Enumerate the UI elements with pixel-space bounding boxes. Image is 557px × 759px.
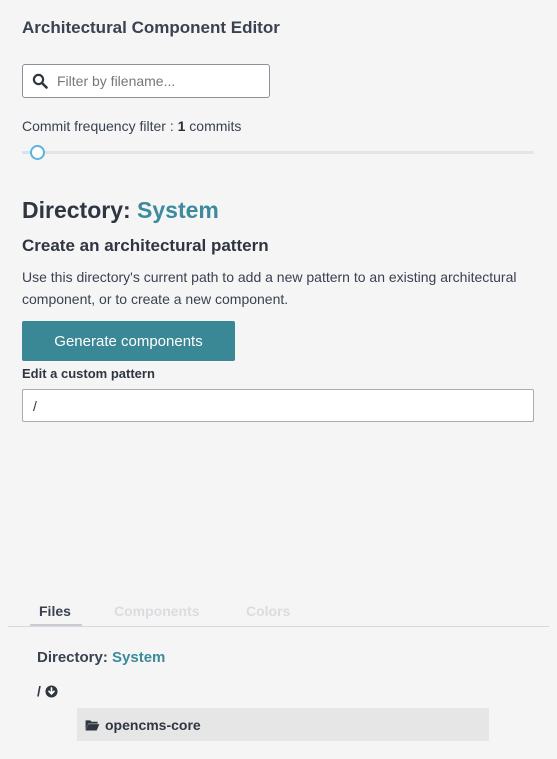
directory-heading-label: Directory:: [22, 197, 138, 223]
folder-item-opencms-core[interactable]: opencms-core: [77, 708, 489, 741]
pattern-section-title: Create an architectural pattern: [22, 236, 269, 255]
tab-colors[interactable]: Colors: [246, 603, 290, 619]
folder-label: opencms-core: [105, 716, 201, 733]
root-path: /: [37, 683, 41, 699]
app-title: Architectural Component Editor: [22, 18, 280, 37]
tab-bar: Files Components Colors: [8, 598, 549, 627]
generate-components-button[interactable]: Generate components: [22, 321, 235, 361]
files-directory-name: System: [112, 649, 166, 666]
custom-pattern-input[interactable]: [22, 389, 534, 422]
tab-components[interactable]: Components: [114, 603, 200, 619]
circle-arrow-down-icon[interactable]: [45, 684, 58, 698]
search-input[interactable]: [57, 65, 262, 97]
commit-frequency-filter: Commit frequency filter : 1 commits: [22, 118, 241, 134]
search-icon: [32, 73, 48, 89]
commit-filter-label: Commit frequency filter :: [22, 118, 178, 134]
pattern-description: Use this directory's current path to add…: [22, 269, 517, 307]
custom-pattern-label: Edit a custom pattern: [22, 366, 155, 381]
directory-heading-name: System: [137, 197, 219, 223]
files-directory-heading: Directory: System: [37, 649, 165, 666]
search-box[interactable]: [22, 64, 270, 98]
files-directory-label: Directory:: [37, 649, 113, 666]
folder-open-icon: [85, 719, 100, 731]
directory-heading: Directory: System: [22, 197, 219, 224]
slider-thumb[interactable]: [30, 145, 46, 160]
commit-filter-unit: commits: [185, 118, 242, 134]
tab-files-active-indicator: [30, 624, 82, 626]
commit-frequency-slider[interactable]: [22, 145, 534, 160]
root-path-row: /: [37, 683, 58, 699]
tab-files[interactable]: Files: [39, 603, 71, 619]
